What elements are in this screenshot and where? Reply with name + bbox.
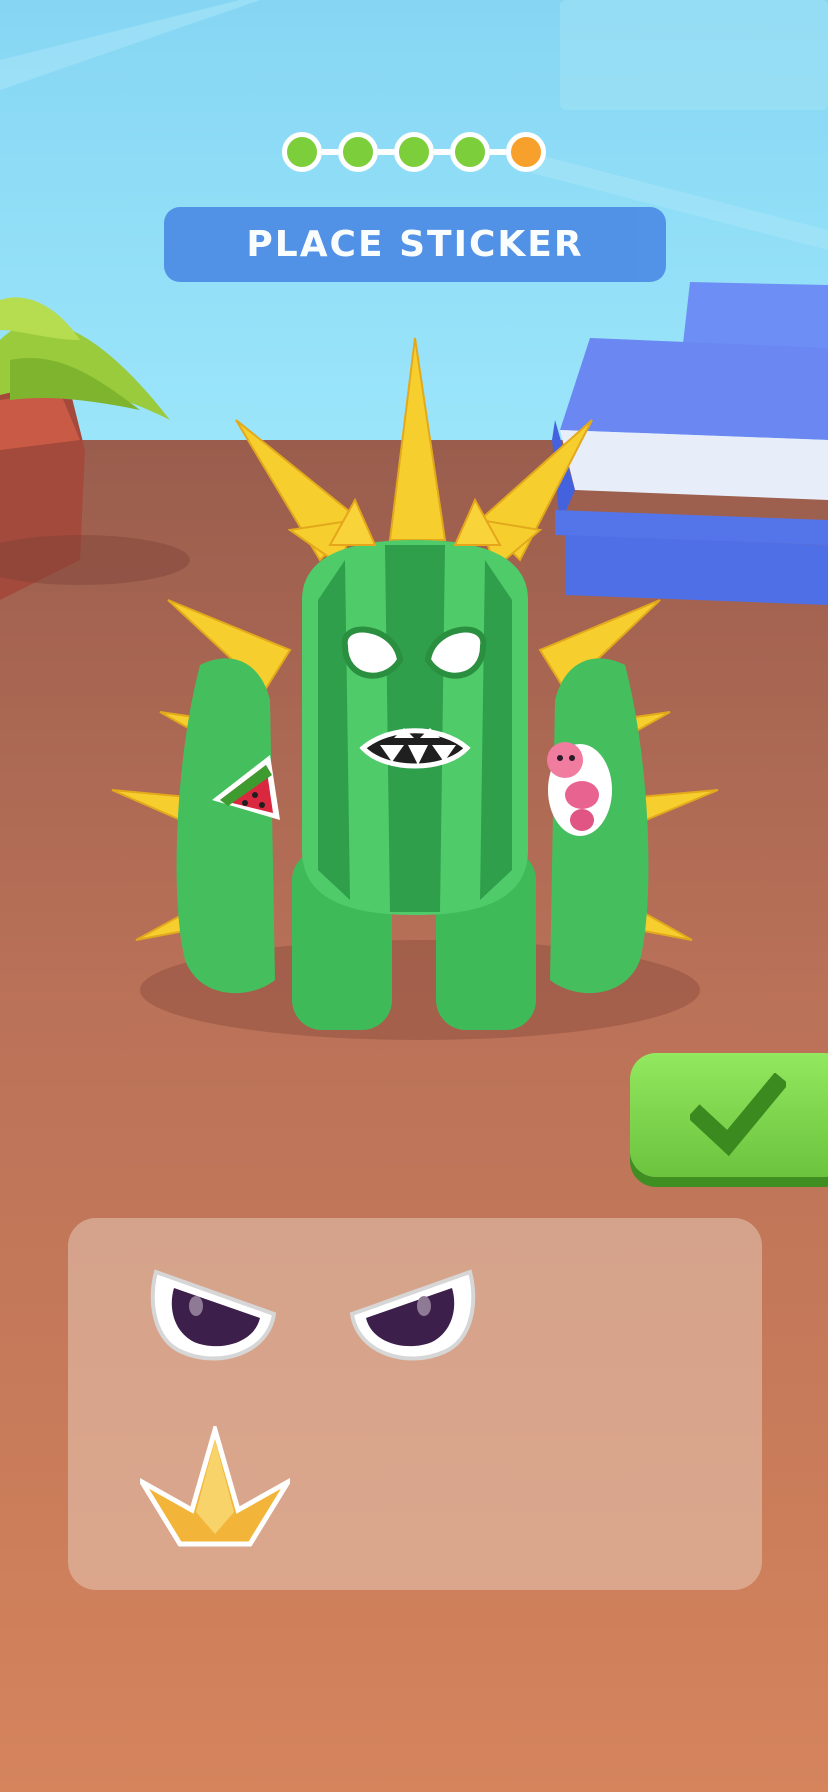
- crown-spikes-sticker[interactable]: [134, 1420, 296, 1556]
- checkmark-icon: [690, 1073, 786, 1157]
- progress-connector: [434, 149, 450, 155]
- crown-spikes-icon: [134, 1420, 296, 1547]
- confirm-button[interactable]: [630, 1053, 828, 1177]
- progress-connector: [322, 149, 338, 155]
- progress-dot-3: [394, 132, 434, 172]
- progress-dot-5: [506, 132, 546, 172]
- sticker-tray: [68, 1218, 762, 1590]
- progress-indicator: [282, 130, 546, 174]
- title-banner: PLACE STICKER: [164, 207, 666, 282]
- title-text: PLACE STICKER: [246, 224, 584, 265]
- progress-connector: [490, 149, 506, 155]
- angry-eyes-icon: [150, 1269, 476, 1361]
- progress-dot-1: [282, 132, 322, 172]
- angry-eyes-sticker[interactable]: [148, 1262, 478, 1368]
- progress-dot-2: [338, 132, 378, 172]
- progress-dot-4: [450, 132, 490, 172]
- progress-connector: [378, 149, 394, 155]
